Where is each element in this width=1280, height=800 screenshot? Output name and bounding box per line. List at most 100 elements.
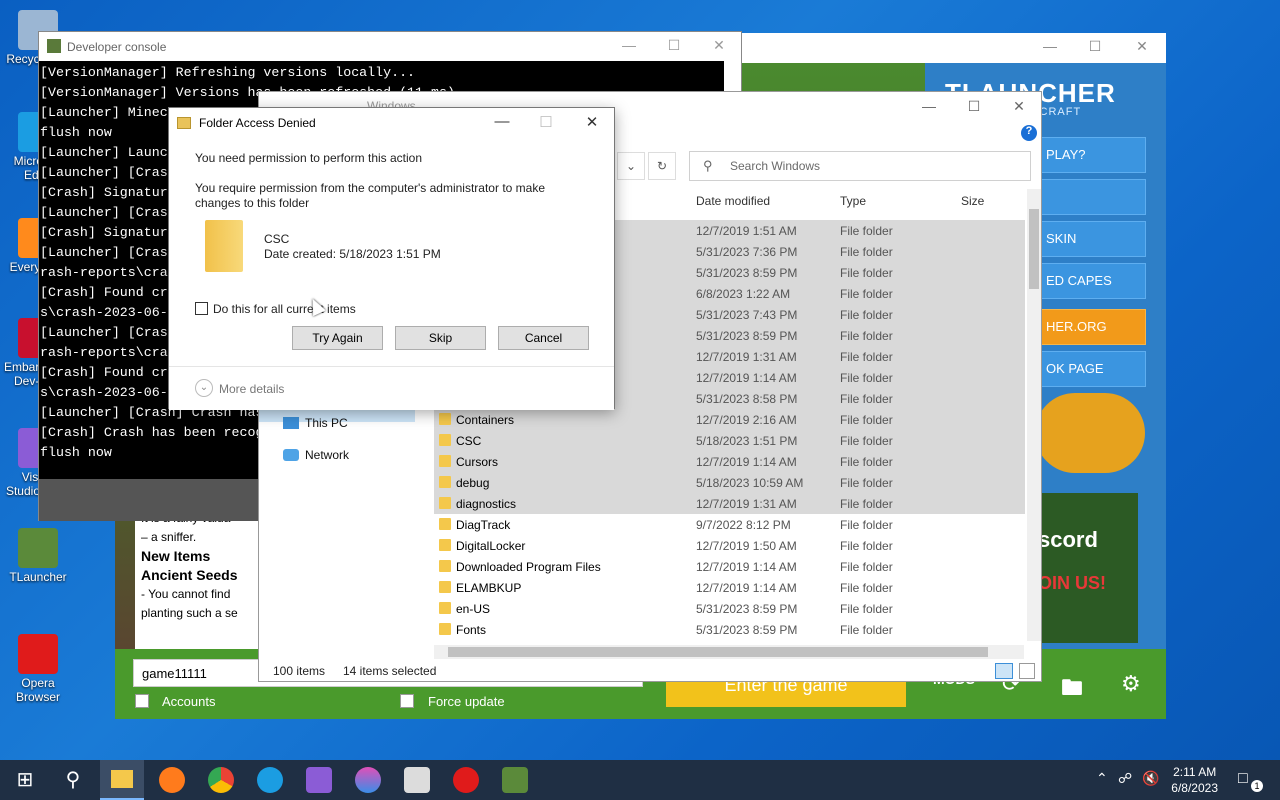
opera-desktop-icon xyxy=(18,634,58,674)
file-date: 12/7/2019 2:16 AM xyxy=(696,413,797,427)
desktop-icon[interactable]: Opera Browser xyxy=(4,634,72,704)
volume-muted-icon[interactable]: 🔇 xyxy=(1142,770,1159,787)
file-row[interactable]: debug 5/18/2023 10:59 AM File folder xyxy=(434,472,1025,493)
scrollbar-thumb[interactable] xyxy=(1029,209,1039,289)
file-name: Downloaded Program Files xyxy=(456,560,601,574)
file-row[interactable]: en-US 5/31/2023 8:59 PM File folder xyxy=(434,598,1025,619)
folder-icon xyxy=(205,220,243,272)
force-update-label: Force update xyxy=(428,694,505,709)
dialog-titlebar: Folder Access Denied — ☐ ✕ xyxy=(169,108,614,138)
file-name: en-US xyxy=(456,602,491,616)
shield-icon[interactable] xyxy=(404,767,430,793)
file-row[interactable]: diagnostics 12/7/2019 1:31 AM File folder xyxy=(434,493,1025,514)
windows-start-icon[interactable]: ⊞ xyxy=(12,767,38,793)
file-row[interactable]: Cursors 12/7/2019 1:14 AM File folder xyxy=(434,451,1025,472)
file-date: 12/7/2019 1:50 AM xyxy=(696,539,797,553)
close-icon[interactable]: ✕ xyxy=(1127,38,1157,58)
force-update-checkbox[interactable] xyxy=(400,694,414,708)
file-type: File folder xyxy=(840,266,893,280)
file-row[interactable]: CSC 5/18/2023 1:51 PM File folder xyxy=(434,430,1025,451)
large-icons-view-icon[interactable] xyxy=(1019,663,1035,679)
file-date: 5/31/2023 7:43 PM xyxy=(696,308,798,322)
promo-badge[interactable] xyxy=(1035,393,1145,473)
try-again-button[interactable]: Try Again xyxy=(292,326,383,350)
app-drop-icon[interactable] xyxy=(355,767,381,793)
folder-icon xyxy=(439,560,451,572)
news-heading: Ancient Seeds xyxy=(141,567,238,583)
network-icon[interactable]: ☍ xyxy=(1118,770,1132,787)
close-icon[interactable]: ✕ xyxy=(704,37,734,57)
nav-item-this-pc[interactable]: This PC xyxy=(283,416,348,430)
file-date: 12/7/2019 1:14 AM xyxy=(696,371,797,385)
scrollbar-thumb[interactable] xyxy=(448,647,988,657)
search-icon[interactable]: ⚲ xyxy=(60,767,86,793)
maximize-icon[interactable]: ☐ xyxy=(659,37,689,57)
firefox-icon[interactable] xyxy=(159,767,185,793)
file-row[interactable]: Containers 12/7/2019 2:16 AM File folder xyxy=(434,409,1025,430)
file-name: Cursors xyxy=(456,455,499,469)
clock[interactable]: 2:11 AM 6/8/2023 xyxy=(1171,764,1218,796)
folder-icon xyxy=(439,413,451,425)
settings-gear-icon[interactable]: ⚙ xyxy=(1121,671,1141,697)
minimize-icon[interactable]: — xyxy=(914,98,944,118)
minimize-icon[interactable]: — xyxy=(614,37,644,57)
file-row[interactable]: DiagTrack 9/7/2022 8:12 PM File folder xyxy=(434,514,1025,535)
opera-icon[interactable] xyxy=(453,767,479,793)
file-type: File folder xyxy=(840,308,893,322)
file-row[interactable]: Fonts 5/31/2023 8:59 PM File folder xyxy=(434,619,1025,640)
dropdown-chevron-icon[interactable]: ⌄ xyxy=(617,152,645,180)
help-icon[interactable]: ? xyxy=(1021,125,1037,141)
column-header-date[interactable]: Date modified xyxy=(696,189,770,213)
do-this-for-all-checkbox[interactable] xyxy=(195,302,208,315)
file-type: File folder xyxy=(840,224,893,238)
chevron-up-icon[interactable]: ⌃ xyxy=(1096,770,1108,787)
tlauncher-taskbar-icon[interactable] xyxy=(502,767,528,793)
skip-button[interactable]: Skip xyxy=(395,326,486,350)
desktop-icon[interactable]: TLauncher xyxy=(4,528,72,584)
discord-text: scord xyxy=(1038,527,1098,552)
more-details-link[interactable]: More details xyxy=(219,382,284,396)
tlauncher-desktop-icon xyxy=(18,528,58,568)
maximize-icon[interactable]: ☐ xyxy=(1080,38,1110,58)
vertical-scrollbar[interactable] xyxy=(1027,189,1041,641)
do-this-for-all-label[interactable]: Do this for all current items xyxy=(213,302,356,317)
minimize-icon[interactable]: — xyxy=(1035,38,1065,58)
column-header-type[interactable]: Type xyxy=(840,189,866,213)
folder-name: CSC xyxy=(264,232,290,246)
notification-icon[interactable]: □ xyxy=(1238,770,1248,788)
cancel-button[interactable]: Cancel xyxy=(498,326,589,350)
details-view-icon[interactable] xyxy=(995,663,1013,679)
file-type: File folder xyxy=(840,602,893,616)
search-input[interactable]: Search Windows xyxy=(689,151,1031,181)
nav-item-network[interactable]: Network xyxy=(283,448,349,462)
file-name: CSC xyxy=(456,434,482,448)
close-icon[interactable]: ✕ xyxy=(577,113,607,133)
accounts-checkbox[interactable] xyxy=(135,694,149,708)
search-icon: ⚲ xyxy=(703,158,713,173)
file-row[interactable]: ELAMBKUP 12/7/2019 1:14 AM File folder xyxy=(434,577,1025,598)
folder-icon xyxy=(111,770,133,788)
file-name: DiagTrack xyxy=(456,518,511,532)
chevron-down-icon[interactable]: ⌄ xyxy=(195,379,213,397)
refresh-icon[interactable]: ↻ xyxy=(648,152,676,180)
horizontal-scrollbar[interactable] xyxy=(434,645,1024,659)
minimize-icon[interactable]: — xyxy=(487,113,517,133)
file-type: File folder xyxy=(840,434,893,448)
file-explorer-taskbar-icon[interactable] xyxy=(100,760,144,800)
maximize-icon[interactable]: ☐ xyxy=(959,98,989,118)
file-row[interactable]: Downloaded Program Files 12/7/2019 1:14 A… xyxy=(434,556,1025,577)
file-type: File folder xyxy=(840,518,893,532)
folder-icon[interactable]: 🖿 xyxy=(1061,671,1083,709)
close-icon[interactable]: ✕ xyxy=(1004,98,1034,118)
chrome-icon[interactable] xyxy=(208,767,234,793)
file-date: 12/7/2019 1:14 AM xyxy=(696,560,797,574)
file-type: File folder xyxy=(840,371,893,385)
join-text: OIN US! xyxy=(1038,573,1107,593)
file-row[interactable]: DigitalLocker 12/7/2019 1:50 AM File folde… xyxy=(434,535,1025,556)
file-name: Fonts xyxy=(456,623,487,637)
file-type: File folder xyxy=(840,581,893,595)
edge-icon[interactable] xyxy=(257,767,283,793)
visual-studio-icon[interactable] xyxy=(306,767,332,793)
file-type: File folder xyxy=(840,623,893,637)
column-header-size[interactable]: Size xyxy=(961,189,984,213)
